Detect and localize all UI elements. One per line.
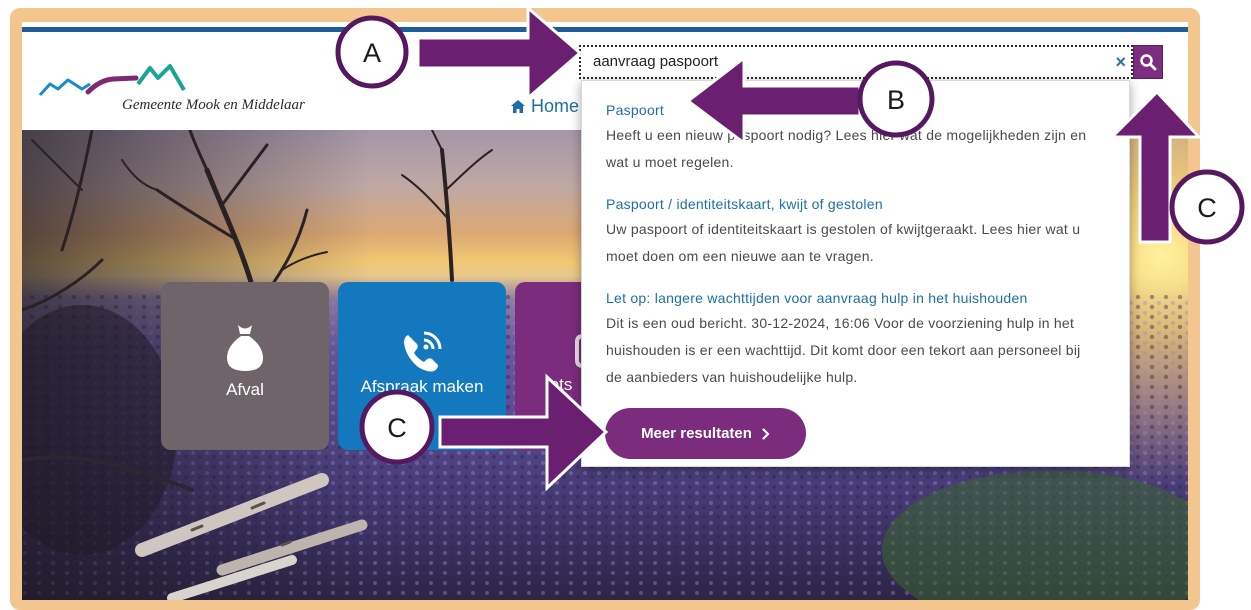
- search-input[interactable]: [593, 47, 1093, 77]
- tile-afval-label: Afval: [226, 380, 264, 399]
- municipality-logo[interactable]: [38, 62, 190, 98]
- search-result-description: Uw paspoort of identiteitskaart is gesto…: [606, 216, 1105, 270]
- search-result: Let op: langere wachttijden voor aanvraa…: [606, 288, 1105, 391]
- search-result-title[interactable]: Paspoort / identiteitskaart, kwijt of ge…: [606, 194, 1105, 214]
- search-result-title[interactable]: Paspoort: [606, 100, 1105, 120]
- trash-bag-icon: [227, 325, 263, 371]
- search-result-description: Heeft u een nieuw paspoort nodig? Lees h…: [606, 122, 1105, 176]
- search-result-title[interactable]: Let op: langere wachttijden voor aanvraa…: [606, 288, 1105, 308]
- description-line: moet doen om een nieuwe aan te vragen.: [606, 248, 874, 264]
- tile-iets-label: Iets: [545, 375, 573, 394]
- description-line: Uw paspoort of identiteitskaart is gesto…: [606, 221, 1081, 237]
- search-box[interactable]: ×: [579, 45, 1133, 79]
- search-icon: [1140, 54, 1157, 71]
- search-result-description: Dit is een oud bericht. 30-12-2024, 16:0…: [606, 310, 1105, 391]
- home-icon: [511, 99, 525, 113]
- description-line: huishouden is er een wachttijd. Dit komt…: [606, 342, 1081, 358]
- search-button[interactable]: [1133, 45, 1163, 79]
- chevron-right-icon: [762, 427, 770, 440]
- description-line: de aanbieders van huishoudelijke hulp.: [606, 369, 858, 385]
- tile-afspraak-maken-label: Afspraak maken: [360, 377, 484, 396]
- tile-afval[interactable]: Afval: [161, 282, 329, 450]
- description-line: Dit is een oud bericht. 30-12-2024, 16:0…: [606, 315, 1075, 331]
- more-results-button[interactable]: Meer resultaten: [605, 408, 806, 459]
- close-icon[interactable]: ×: [1115, 52, 1126, 72]
- annotation-label-c-top: C: [1197, 193, 1217, 223]
- search-result: Paspoort / identiteitskaart, kwijt of ge…: [606, 194, 1105, 270]
- description-line: Heeft u een nieuw paspoort nodig? Lees h…: [606, 127, 1087, 143]
- nav-item-home-label: Home: [531, 96, 580, 116]
- description-line: wat u moet regelen.: [606, 154, 734, 170]
- phone-icon: [404, 331, 442, 372]
- nav-item-home[interactable]: Home: [511, 95, 579, 117]
- tile-afspraak-maken[interactable]: Afspraak maken: [338, 282, 506, 450]
- search-result: Paspoort Heeft u een nieuw paspoort nodi…: [606, 100, 1105, 176]
- logo-text[interactable]: Gemeente Mook en Middelaar: [122, 96, 305, 114]
- search-results-dropdown: Paspoort Heeft u een nieuw paspoort nodi…: [581, 80, 1130, 467]
- website-screenshot: Gemeente Mook en Middelaar Home Afval Af…: [22, 22, 1188, 600]
- more-results-label: Meer resultaten: [641, 425, 752, 442]
